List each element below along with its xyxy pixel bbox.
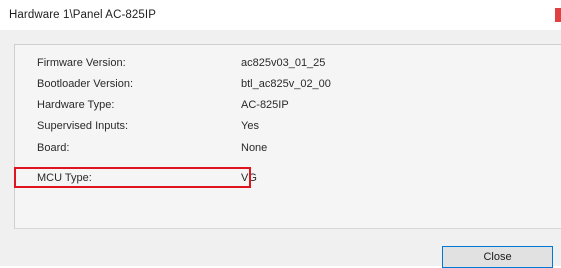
window-title: Hardware 1\Panel AC-825IP (9, 9, 156, 21)
info-panel: Firmware Version: ac825v03_01_25 Bootloa… (14, 44, 561, 229)
info-row-supervised-inputs: Supervised Inputs: Yes (15, 120, 555, 140)
window-close-icon[interactable] (555, 8, 561, 22)
close-button[interactable]: Close (442, 246, 553, 268)
info-row-board: Board: None (15, 142, 555, 162)
firmware-version-label: Firmware Version: (37, 57, 126, 69)
supervised-inputs-value: Yes (241, 120, 259, 132)
board-value: None (241, 142, 268, 154)
hardware-type-value: AC-825IP (241, 99, 289, 111)
mcu-type-highlight-box (14, 167, 251, 188)
bootloader-version-value: btl_ac825v_02_00 (241, 78, 331, 90)
bootloader-version-label: Bootloader Version: (37, 78, 134, 90)
info-row-hardware-type: Hardware Type: AC-825IP (15, 99, 555, 119)
info-row-bootloader-version: Bootloader Version: btl_ac825v_02_00 (15, 78, 555, 98)
supervised-inputs-label: Supervised Inputs: (37, 120, 129, 132)
board-label: Board: (37, 142, 70, 154)
info-row-firmware-version: Firmware Version: ac825v03_01_25 (15, 57, 555, 77)
hardware-type-label: Hardware Type: (37, 99, 115, 111)
firmware-version-value: ac825v03_01_25 (241, 57, 326, 69)
title-bar: Hardware 1\Panel AC-825IP (0, 0, 561, 30)
